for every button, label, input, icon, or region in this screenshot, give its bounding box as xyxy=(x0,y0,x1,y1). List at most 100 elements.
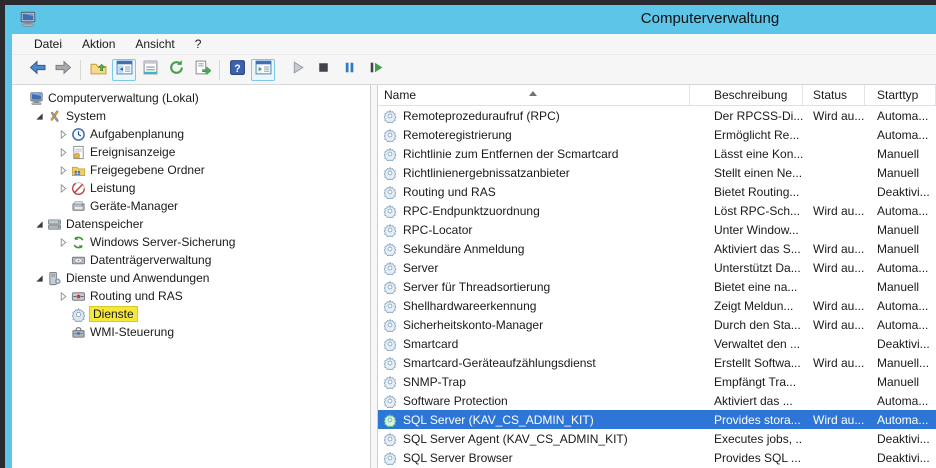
pause-service-button[interactable] xyxy=(337,59,361,81)
refresh-button[interactable] xyxy=(164,59,188,81)
service-row-richtlinienergebnissatzanbieter[interactable]: Richtlinienergebnissatzanbieter Stellt ei… xyxy=(378,163,936,182)
tree-item-aufgabenplanung[interactable]: Aufgabenplanung xyxy=(12,125,370,143)
service-row-shellhardwareerkennung[interactable]: Shellhardwareerkennung Zeigt Meldun... Wir… xyxy=(378,296,936,315)
cell-text: Stellt einen Ne... xyxy=(714,165,803,180)
tree-item-dienste[interactable]: Dienste xyxy=(12,305,370,323)
up-level-button[interactable] xyxy=(86,59,110,81)
show-console-tree-button[interactable] xyxy=(112,58,136,81)
service-row-smartcard-ger-teaufz-hlungsdienst[interactable]: Smartcard-Geräteaufzählungsdienst Erstell… xyxy=(378,353,936,372)
service-row-sql-server-agent-kav-cs-admin-kit[interactable]: SQL Server Agent (KAV_CS_ADMIN_KIT) Execu… xyxy=(378,429,936,448)
properties-button[interactable] xyxy=(138,59,162,81)
tree-item-freigegebene-ordner[interactable]: Freigegebene Ordner xyxy=(12,161,370,179)
column-header-name[interactable]: Name xyxy=(378,85,690,105)
help-button[interactable]: ? xyxy=(225,59,249,81)
gear-icon xyxy=(383,450,397,465)
service-row-server[interactable]: Server Unterstützt Da... Wird au... Automa.… xyxy=(378,258,936,277)
forward-button[interactable] xyxy=(51,59,75,81)
gear-icon xyxy=(383,393,397,408)
expander-placeholder xyxy=(57,327,70,337)
tree-item-dienste-und-anwendungen[interactable]: Dienste und Anwendungen xyxy=(12,269,370,287)
service-row-rpc-locator[interactable]: RPC-Locator Unter Window... Manuell xyxy=(378,220,936,239)
service-row-sicherheitskonto-manager[interactable]: Sicherheitskonto-Manager Durch den Sta...… xyxy=(378,315,936,334)
service-row-sql-server-browser[interactable]: SQL Server Browser Provides SQL ... Deakti… xyxy=(378,448,936,467)
tree-item-wmi-steuerung[interactable]: WMI-Steuerung xyxy=(12,323,370,341)
title-bar[interactable]: Computerverwaltung xyxy=(5,5,936,34)
back-button[interactable] xyxy=(25,59,49,81)
stop-service-button[interactable] xyxy=(311,59,335,81)
tree-item-leistung[interactable]: Leistung xyxy=(12,179,370,197)
app-icon xyxy=(19,10,37,28)
cell-status: Wird au... xyxy=(803,239,865,258)
tree-label: Freigegebene Ordner xyxy=(90,163,205,177)
service-row-software-protection[interactable]: Software Protection Aktiviert das ... Auto… xyxy=(378,391,936,410)
collapsed-icon[interactable] xyxy=(57,291,70,301)
cell-name: RPC-Endpunktzuordnung xyxy=(378,201,690,220)
cell-text: Remoteregistrierung xyxy=(403,127,512,142)
panel-splitter[interactable] xyxy=(371,85,378,468)
service-row-routing-und-ras[interactable]: Routing und RAS Bietet Routing... Deaktivi… xyxy=(378,182,936,201)
service-row-snmp-trap[interactable]: SNMP-Trap Empfängt Tra... Manuell xyxy=(378,372,936,391)
collapsed-icon[interactable] xyxy=(57,147,70,157)
cell-name: Richtlinienergebnissatzanbieter xyxy=(378,163,690,182)
cell-description: Lässt eine Kon... xyxy=(690,144,803,163)
cell-text: Bietet Routing... xyxy=(714,184,800,199)
collapsed-icon[interactable] xyxy=(57,183,70,193)
collapsed-icon[interactable] xyxy=(57,237,70,247)
column-header-status[interactable]: Status xyxy=(803,85,865,105)
tree-item-ger-te-manager[interactable]: Geräte-Manager xyxy=(12,197,370,215)
column-header-beschreibung[interactable]: Beschreibung xyxy=(690,85,803,105)
cell-text: Unter Window... xyxy=(714,222,799,237)
tree-item-routing-und-ras[interactable]: Routing und RAS xyxy=(12,287,370,305)
tree-item-windows-server-sicherung[interactable]: Windows Server-Sicherung xyxy=(12,233,370,251)
tree-item-ereignisanzeige[interactable]: Ereignisanzeige xyxy=(12,143,370,161)
restart-service-button[interactable] xyxy=(363,59,387,81)
cell-text: Erstellt Softwa... xyxy=(714,355,801,370)
properties-icon xyxy=(142,59,159,81)
cell-text: Deaktivi... xyxy=(877,336,930,351)
tree-item-system[interactable]: System xyxy=(12,107,370,125)
service-row-remoteprozeduraufruf-rpc[interactable]: Remoteprozeduraufruf (RPC) Der RPCSS-Di..… xyxy=(378,106,936,125)
cell-status xyxy=(803,144,865,163)
service-row-remoteregistrierung[interactable]: Remoteregistrierung Ermöglicht Re... Autom… xyxy=(378,125,936,144)
window-frame-left xyxy=(0,0,5,468)
collapsed-icon[interactable] xyxy=(57,165,70,175)
cell-description: Durch den Sta... xyxy=(690,315,803,334)
cell-status: Wird au... xyxy=(803,353,865,372)
menu-ansicht[interactable]: Ansicht xyxy=(125,35,184,53)
tree-item-computerverwaltung-lokal[interactable]: Computerverwaltung (Lokal) xyxy=(12,89,370,107)
cell-text: Ermöglicht Re... xyxy=(714,127,800,142)
expanded-icon[interactable] xyxy=(33,273,46,283)
column-header-starttyp[interactable]: Starttyp xyxy=(865,85,936,105)
service-row-rpc-endpunktzuordnung[interactable]: RPC-Endpunktzuordnung Löst RPC-Sch... Wird… xyxy=(378,201,936,220)
service-row-server-f-r-threadsortierung[interactable]: Server für Threadsortierung Bietet eine n… xyxy=(378,277,936,296)
menu-aktion[interactable]: Aktion xyxy=(72,35,125,53)
cell-description: Provides stora... xyxy=(690,410,803,429)
collapsed-icon[interactable] xyxy=(57,129,70,139)
cell-text: Provides SQL ... xyxy=(714,450,801,465)
list-header: Name Beschreibung Status Starttyp xyxy=(378,85,936,106)
service-row-richtlinie-zum-entfernen-der-scmartcard[interactable]: Richtlinie zum Entfernen der Scmartcard L… xyxy=(378,144,936,163)
export-list-button[interactable] xyxy=(190,59,214,81)
cell-text: RPC-Endpunktzuordnung xyxy=(403,203,540,218)
show-action-pane-button[interactable] xyxy=(251,58,275,81)
tree-item-datentr-gerverwaltung[interactable]: Datenträgerverwaltung xyxy=(12,251,370,269)
event-viewer-icon xyxy=(70,145,86,160)
cell-text: Der RPCSS-Di... xyxy=(714,108,803,123)
column-header-label: Status xyxy=(813,88,848,102)
menu-help[interactable]: ? xyxy=(185,35,212,53)
service-row-sekund-re-anmeldung[interactable]: Sekundäre Anmeldung Aktiviert das S... Wir… xyxy=(378,239,936,258)
gear-icon xyxy=(383,431,397,446)
cell-name: SQL Server (KAV_CS_ADMIN_KIT) xyxy=(378,410,690,429)
cell-text: Unterstützt Da... xyxy=(714,260,801,275)
service-row-smartcard[interactable]: Smartcard Verwaltet den ... Deaktivi... xyxy=(378,334,936,353)
tree-item-datenspeicher[interactable]: Datenspeicher xyxy=(12,215,370,233)
service-row-sql-server-kav-cs-admin-kit[interactable]: SQL Server (KAV_CS_ADMIN_KIT) Provides st… xyxy=(378,410,936,429)
start-service-button[interactable] xyxy=(285,59,309,81)
cell-text: Sekundäre Anmeldung xyxy=(403,241,525,256)
cell-description: Aktiviert das S... xyxy=(690,239,803,258)
cell-name: Routing und RAS xyxy=(378,182,690,201)
cell-text: Server für Threadsortierung xyxy=(403,279,551,294)
menu-datei[interactable]: Datei xyxy=(24,35,72,53)
expanded-icon[interactable] xyxy=(33,111,46,121)
expanded-icon[interactable] xyxy=(33,219,46,229)
